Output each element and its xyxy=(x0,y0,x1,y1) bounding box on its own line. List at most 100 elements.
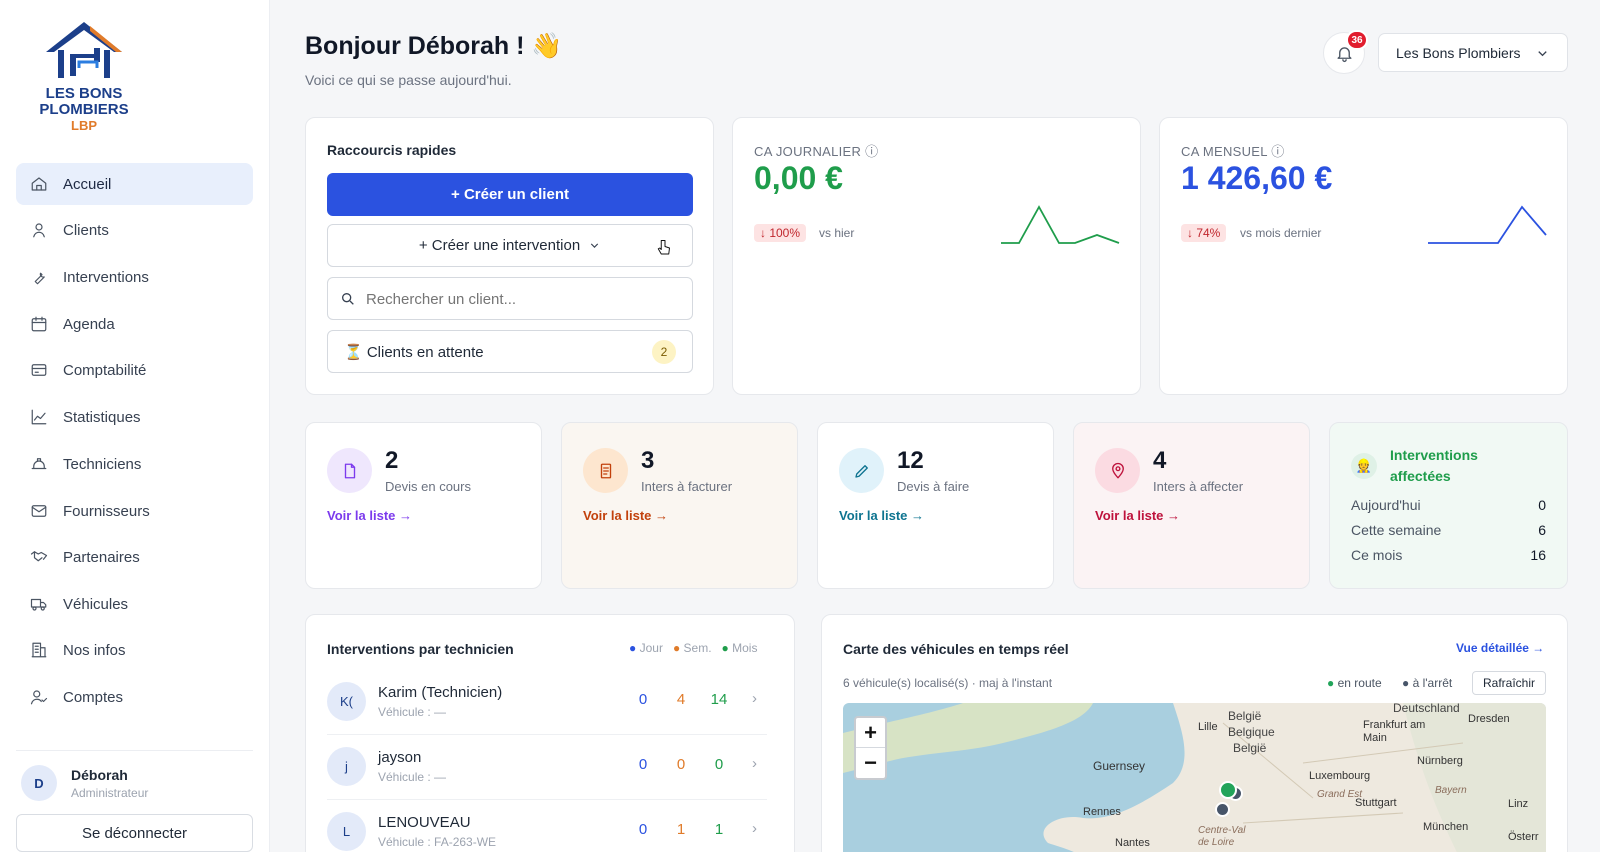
logo-text-line3: LBP xyxy=(71,118,97,133)
technician-month-count: 1 xyxy=(714,821,724,838)
sidebar-item-label: Clients xyxy=(63,221,109,239)
sidebar-item-agenda[interactable]: Agenda xyxy=(16,303,253,345)
technician-avatar: L xyxy=(327,812,366,851)
sidebar-item-comptes[interactable]: Comptes xyxy=(16,676,253,718)
shortcuts-title: Raccourcis rapides xyxy=(327,142,457,158)
technician-week-count: 4 xyxy=(676,691,686,708)
map-label: Centre-Val de Loire xyxy=(1198,825,1246,848)
sidebar-item-label: Techniciens xyxy=(63,455,142,473)
client-search-input[interactable] xyxy=(366,286,676,312)
user-name: Déborah xyxy=(71,767,128,783)
chart-line-icon xyxy=(31,409,47,425)
sidebar-item-vehicules[interactable]: Véhicules xyxy=(16,583,253,625)
logo-text-line2: PLOMBIERS xyxy=(39,101,129,118)
technician-week-count: 0 xyxy=(676,756,686,773)
technician-avatar: j xyxy=(327,747,366,786)
map-label: Nantes xyxy=(1115,837,1150,849)
create-intervention-button[interactable]: + Créer une intervention xyxy=(327,224,693,267)
pencil-icon xyxy=(839,448,884,493)
stat-label: Devis à faire xyxy=(897,479,970,494)
calendar-icon xyxy=(31,316,47,332)
chevron-right-icon: › xyxy=(752,690,757,707)
technician-row[interactable]: K( Karim (Technicien) Véhicule : — 0 4 1… xyxy=(327,671,767,735)
user-icon xyxy=(33,223,45,238)
pointer-cursor-icon xyxy=(657,240,670,255)
map-pin-icon xyxy=(1095,448,1140,493)
map-label: Lille xyxy=(1198,721,1218,733)
create-intervention-label: + Créer une intervention xyxy=(418,237,581,254)
sidebar-item-comptabilite[interactable]: Comptabilité xyxy=(16,349,253,391)
search-icon xyxy=(342,293,354,305)
chevron-right-icon: › xyxy=(752,820,757,837)
user-profile: D Déborah Administrateur xyxy=(16,750,253,801)
technician-day-count: 0 xyxy=(638,756,648,773)
affected-label-month: Ce mois xyxy=(1351,547,1403,563)
stat-link[interactable]: Voir la liste → xyxy=(1095,508,1180,523)
stat-link[interactable]: Voir la liste → xyxy=(327,508,412,523)
user-check-icon xyxy=(30,690,48,705)
gray-dot-icon: ● xyxy=(1402,676,1410,690)
notification-button[interactable]: 36 xyxy=(1323,30,1368,74)
stat-devis-a-faire: 12 Devis à faire Voir la liste → xyxy=(817,422,1054,589)
map-label: België xyxy=(1233,741,1267,755)
technician-row[interactable]: j jayson Véhicule : — 0 0 0 › xyxy=(327,736,767,800)
create-client-button[interactable]: + Créer un client xyxy=(327,173,693,216)
stat-inters-a-facturer: 3 Inters à facturer Voir la liste → xyxy=(561,422,798,589)
sidebar-item-interventions[interactable]: Interventions xyxy=(16,256,253,298)
home-icon xyxy=(31,177,47,191)
sidebar-item-label: Comptabilité xyxy=(63,361,147,379)
technician-row[interactable]: L LENOUVEAU Véhicule : FA-263-WE 0 1 1 › xyxy=(327,801,767,852)
notification-count-badge: 36 xyxy=(1346,30,1368,50)
zoom-out-button[interactable]: − xyxy=(856,748,885,778)
map-detail-link[interactable]: Vue détaillée → xyxy=(1456,641,1544,655)
map-label: België xyxy=(1228,709,1262,723)
sidebar-item-accueil[interactable]: Accueil xyxy=(16,163,253,205)
stat-value: 2 xyxy=(385,447,399,474)
sidebar-item-label: Statistiques xyxy=(63,408,141,426)
stat-value: 3 xyxy=(641,447,655,474)
daily-revenue-label: CA JOURNALIER ⓘ xyxy=(754,144,879,159)
invoice-icon xyxy=(583,448,628,493)
sidebar-item-label: Comptes xyxy=(63,688,124,706)
sidebar-item-nos-infos[interactable]: Nos infos xyxy=(16,629,253,671)
technician-name: jayson xyxy=(378,749,422,766)
map-refresh-button[interactable]: Rafraîchir xyxy=(1472,671,1546,695)
stat-label: Inters à affecter xyxy=(1153,479,1244,494)
vehicle-marker-stopped[interactable] xyxy=(1215,802,1230,817)
sidebar-item-label: Nos infos xyxy=(63,641,126,659)
avatar: D xyxy=(21,765,57,801)
file-icon xyxy=(327,448,372,493)
logout-button[interactable]: Se déconnecter xyxy=(16,814,253,852)
waiting-clients-button[interactable]: ⏳ Clients en attente 2 xyxy=(327,330,693,373)
logo-text-line1: LES BONS xyxy=(45,85,123,102)
technicians-legend: ● Jour ● Sem. ● Mois xyxy=(629,641,757,655)
sidebar-item-label: Partenaires xyxy=(63,548,140,566)
technician-vehicle: Véhicule : FA-263-WE xyxy=(378,835,497,849)
shortcuts-card: Raccourcis rapides + Créer un client + C… xyxy=(305,117,714,395)
wrench-icon xyxy=(34,272,45,285)
sidebar-item-partenaires[interactable]: Partenaires xyxy=(16,536,253,578)
page-title: Bonjour Déborah ! 👋 xyxy=(305,32,563,60)
map-label: Linz xyxy=(1508,798,1529,810)
stat-value: 12 xyxy=(897,447,924,474)
vehicle-marker-moving[interactable] xyxy=(1219,781,1237,799)
sidebar: LES BONS PLOMBIERS LBP Accueil Clients I… xyxy=(0,0,270,852)
stat-link[interactable]: Voir la liste → xyxy=(583,508,668,523)
stat-link[interactable]: Voir la liste → xyxy=(839,508,924,523)
map-label: Dresden xyxy=(1468,713,1510,725)
sidebar-item-label: Interventions xyxy=(63,268,149,286)
client-search xyxy=(327,277,693,320)
company-select[interactable]: Les Bons Plombiers xyxy=(1378,33,1568,72)
chevron-right-icon: › xyxy=(752,755,757,772)
daily-revenue-delta: ↓ 100% xyxy=(754,224,807,242)
affected-value-today: 0 xyxy=(1538,497,1546,513)
sidebar-item-clients[interactable]: Clients xyxy=(16,209,253,251)
sidebar-item-fournisseurs[interactable]: Fournisseurs xyxy=(16,490,253,532)
legend-day: ● Jour xyxy=(629,641,663,655)
sidebar-item-techniciens[interactable]: Techniciens xyxy=(16,443,253,485)
zoom-in-button[interactable]: + xyxy=(856,718,885,748)
company-logo: LES BONS PLOMBIERS LBP xyxy=(34,18,134,136)
sidebar-item-statistiques[interactable]: Statistiques xyxy=(16,396,253,438)
vehicle-map[interactable]: Deutschland België Belgique België Lille… xyxy=(843,703,1546,852)
legend-month: ● Mois xyxy=(721,641,758,655)
